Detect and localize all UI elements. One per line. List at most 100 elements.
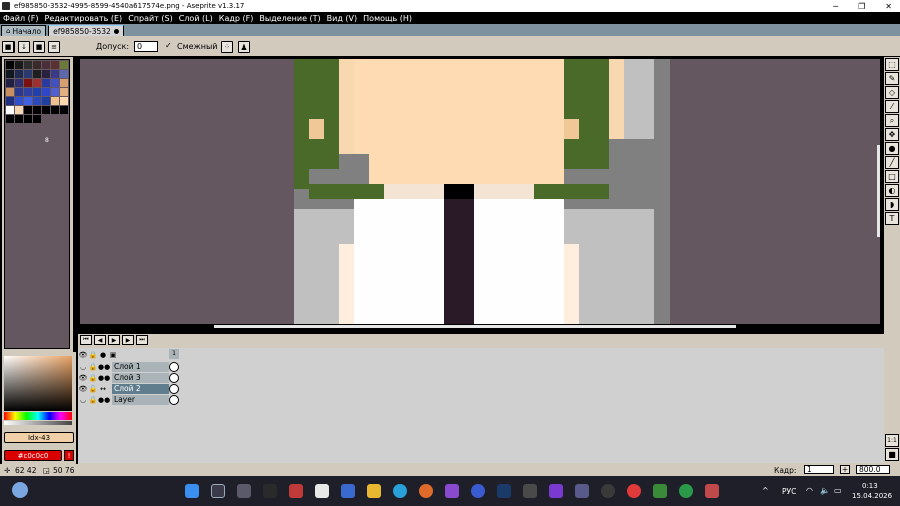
xbox-icon[interactable] — [679, 484, 693, 498]
clock-date[interactable]: 15.04.2026 — [852, 492, 892, 500]
palette-options-button[interactable]: ■ — [33, 41, 45, 53]
palette-swatch[interactable] — [6, 106, 14, 114]
palette-swatch[interactable] — [24, 106, 32, 114]
minimize-button[interactable]: ─ — [833, 2, 838, 11]
modified-dot-icon[interactable] — [113, 28, 119, 34]
continuous-icon[interactable]: ●● — [98, 363, 110, 371]
menu-file[interactable]: Файл (F) — [3, 14, 39, 23]
frame-number[interactable]: 1 — [169, 349, 179, 359]
menu-edit[interactable]: Редактировать (E) — [45, 14, 123, 23]
move-tool[interactable]: ✥ — [885, 128, 899, 141]
settings-icon[interactable] — [601, 484, 615, 498]
eye-icon[interactable]: 👁 — [78, 351, 88, 359]
palette-swatch[interactable] — [33, 106, 41, 114]
palette-menu-button[interactable]: ≡ — [48, 41, 60, 53]
layer-row-selected[interactable]: 👁 🔓 ↔ Слой 2 — [78, 383, 258, 394]
app-icon[interactable] — [341, 484, 355, 498]
lock-icon[interactable]: 🔒 — [88, 363, 98, 371]
checkbox-check-icon[interactable]: ✓ — [165, 41, 172, 50]
palette-swatch[interactable] — [15, 106, 23, 114]
palette-swatch[interactable] — [6, 79, 14, 87]
palette-swatch[interactable] — [33, 88, 41, 96]
menu-view[interactable]: Вид (V) — [327, 14, 357, 23]
maximize-button[interactable]: ❐ — [858, 2, 865, 11]
language-indicator[interactable]: РУС — [782, 487, 796, 496]
palette-swatch[interactable] — [24, 88, 32, 96]
menu-select[interactable]: Выделение (T) — [259, 14, 320, 23]
line-tool[interactable]: ╱ — [885, 156, 899, 169]
palette-swatch[interactable] — [60, 61, 68, 69]
pencil-tool[interactable]: ✎ — [885, 72, 899, 85]
layer-name[interactable]: Layer — [112, 394, 169, 405]
color-index-button[interactable]: Idx-43 — [4, 432, 74, 443]
tray-chevron-icon[interactable]: ^ — [762, 486, 769, 495]
menu-layer[interactable]: Слой (L) — [179, 14, 213, 23]
file-explorer-icon[interactable] — [367, 484, 381, 498]
palette-swatch[interactable] — [60, 88, 68, 96]
cel[interactable] — [169, 394, 179, 405]
palette-swatch[interactable] — [24, 79, 32, 87]
continuous-icon[interactable]: ●● — [98, 374, 110, 382]
fill-tool[interactable]: ● — [885, 142, 899, 155]
sprite-canvas[interactable] — [294, 59, 670, 324]
palette-swatch[interactable] — [24, 70, 32, 78]
contour-tool[interactable]: ◐ — [885, 184, 899, 197]
palette-swatch[interactable] — [15, 70, 23, 78]
palette-swatch[interactable] — [33, 97, 41, 105]
palette-swatch[interactable] — [42, 79, 50, 87]
app-icon[interactable] — [263, 484, 277, 498]
palette-swatch[interactable] — [51, 97, 59, 105]
palette-swatch[interactable] — [42, 106, 50, 114]
app-icon[interactable] — [445, 484, 459, 498]
cel[interactable] — [169, 372, 179, 383]
app-icon[interactable] — [705, 484, 719, 498]
palette-swatch[interactable] — [24, 61, 32, 69]
task-view-icon[interactable] — [237, 484, 251, 498]
layer-name[interactable]: Слой 2 — [112, 383, 169, 394]
alpha-slider[interactable] — [4, 421, 72, 425]
palette-swatch[interactable] — [60, 70, 68, 78]
palette-swatch[interactable] — [6, 88, 14, 96]
lock-palette-button[interactable]: ■ — [2, 41, 14, 53]
palette-swatch[interactable] — [51, 106, 59, 114]
palette-swatch[interactable] — [42, 88, 50, 96]
cel[interactable] — [169, 383, 179, 394]
color-hex-button[interactable]: #c0c0c0 — [4, 450, 62, 461]
wifi-icon[interactable]: ◠ — [806, 486, 813, 495]
continuous-icon[interactable]: ●● — [98, 396, 110, 404]
volume-icon[interactable]: 🔈 — [820, 486, 830, 495]
palette-swatch[interactable] — [60, 79, 68, 87]
palette-swatch[interactable] — [24, 115, 32, 123]
first-frame-button[interactable]: ⏮ — [80, 335, 92, 345]
lock-icon[interactable]: 🔒 — [88, 374, 98, 382]
eye-icon[interactable]: 👁 — [78, 385, 88, 393]
start-icon[interactable] — [185, 484, 199, 498]
tab-home[interactable]: ⌂ Начало — [1, 25, 47, 36]
yandex-icon[interactable] — [627, 484, 641, 498]
blur-tool[interactable]: ◗ — [885, 198, 899, 211]
text-tool[interactable]: T — [885, 212, 899, 225]
palette-swatch[interactable] — [60, 106, 68, 114]
layer-name[interactable]: Слой 1 — [112, 361, 169, 372]
hidden-eye-icon[interactable]: ◡ — [78, 396, 88, 404]
warning-icon[interactable]: ! — [64, 450, 74, 461]
palette-swatch[interactable] — [15, 88, 23, 96]
palette-swatch[interactable] — [51, 70, 59, 78]
app-icon[interactable] — [289, 484, 303, 498]
menu-help[interactable]: Помощь (H) — [363, 14, 412, 23]
palette-swatch[interactable] — [33, 79, 41, 87]
aseprite-taskbar-icon[interactable] — [315, 484, 329, 498]
menu-frame[interactable]: Кадр (F) — [219, 14, 254, 23]
palette-swatch[interactable] — [42, 61, 50, 69]
palette-swatch[interactable] — [33, 70, 41, 78]
palette-swatch[interactable] — [6, 61, 14, 69]
eyedropper-tool[interactable]: ⁄ — [885, 100, 899, 113]
hue-slider[interactable] — [4, 412, 72, 420]
layer-row[interactable]: 👁 🔒 ●● Слой 3 — [78, 372, 258, 383]
add-frame-button[interactable]: + — [840, 465, 850, 474]
palette-swatch[interactable] — [51, 88, 59, 96]
palette-swatch[interactable] — [6, 97, 14, 105]
vertical-scrollbar[interactable] — [877, 145, 880, 237]
app-icon[interactable] — [575, 484, 589, 498]
palette-swatch[interactable] — [15, 79, 23, 87]
